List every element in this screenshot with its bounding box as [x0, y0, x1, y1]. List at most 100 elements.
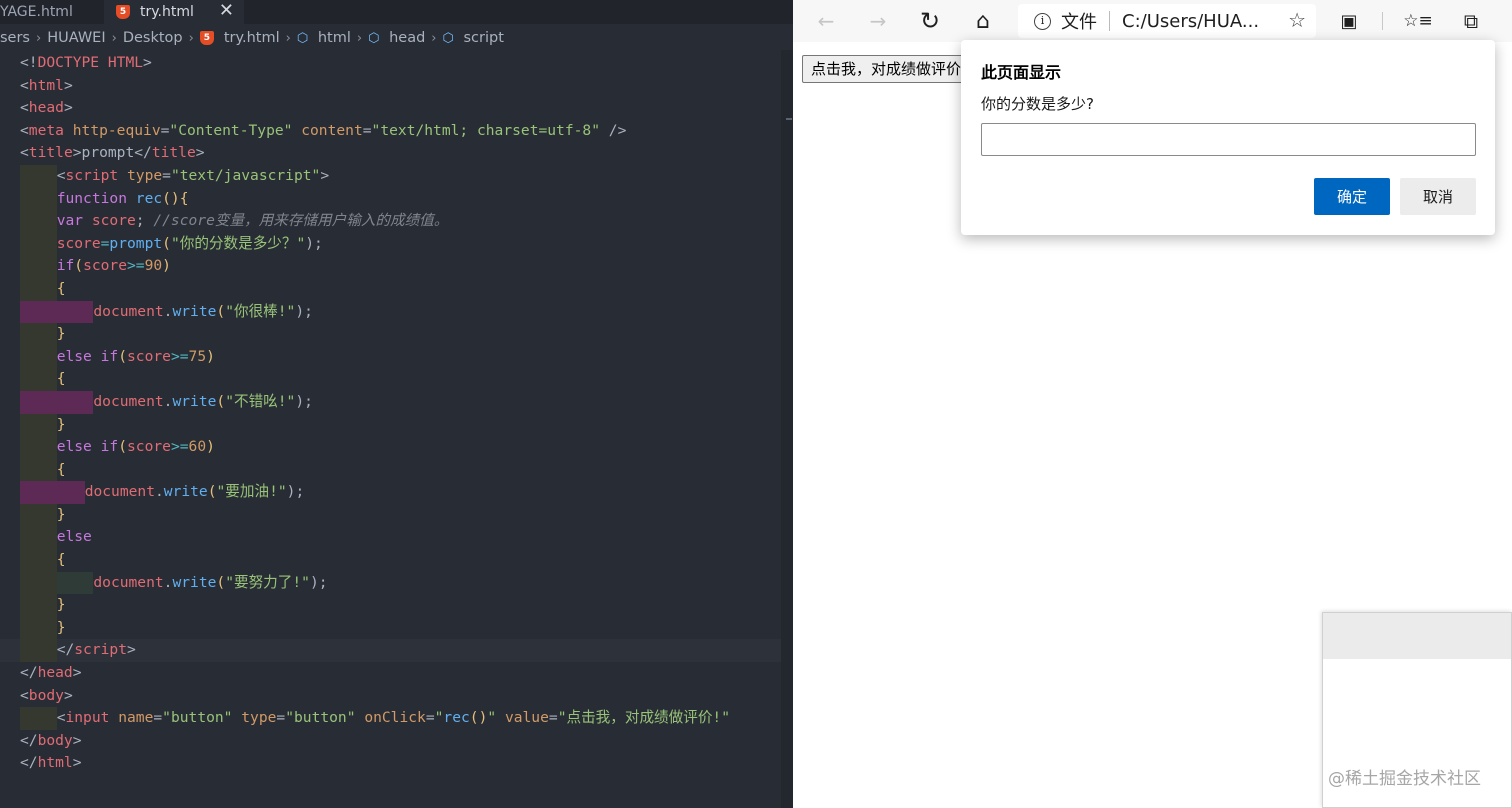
- token: (: [216, 573, 226, 591]
- home-icon[interactable]: ⌂: [968, 6, 998, 36]
- token: onClick: [364, 709, 426, 727]
- code-line: document.write("不错吆!");: [0, 390, 793, 414]
- toolbar-divider: [1382, 12, 1383, 30]
- token: }: [56, 596, 66, 614]
- indent-guide: [56, 300, 94, 324]
- code-line: else: [0, 526, 793, 550]
- forward-icon[interactable]: →: [863, 6, 893, 36]
- token: type: [127, 166, 163, 184]
- close-icon[interactable]: ✕: [219, 0, 234, 22]
- token: );: [309, 573, 328, 591]
- token: ): [206, 438, 215, 456]
- indent-guide: [20, 210, 57, 233]
- code-editor[interactable]: YAGE.html 5 try.html ✕ sers › HUAWEI › D…: [0, 0, 793, 808]
- token: "Content-Type": [169, 121, 293, 139]
- breadcrumb-label: head: [389, 30, 426, 46]
- address-scheme-label: 文件: [1061, 12, 1097, 33]
- breadcrumb-item-huawei[interactable]: HUAWEI: [47, 30, 105, 46]
- dialog-message: 你的分数是多少?: [981, 95, 1094, 113]
- token: 60: [188, 438, 207, 456]
- token: =: [548, 709, 558, 727]
- code-line: </head>: [0, 662, 793, 685]
- token: {: [56, 279, 66, 297]
- token: ): [162, 257, 171, 275]
- token: <: [20, 99, 29, 117]
- token: );: [305, 234, 323, 252]
- ok-button[interactable]: 确定: [1314, 178, 1390, 215]
- token: "你很棒!": [225, 302, 296, 320]
- token: >: [63, 76, 73, 94]
- token: <: [20, 76, 29, 94]
- token: score: [127, 438, 171, 456]
- popup-header: [1323, 613, 1511, 659]
- code-line: function rec(){: [0, 187, 793, 211]
- token: <: [20, 121, 29, 139]
- indent-guide: [20, 413, 57, 437]
- breadcrumb-item-html[interactable]: ⬡ html: [297, 30, 351, 46]
- token: html: [37, 754, 73, 772]
- token: write: [163, 483, 208, 501]
- token: >: [195, 144, 205, 162]
- token: script: [65, 166, 119, 184]
- code-line: if(score>=90): [0, 255, 793, 278]
- tab-try-html[interactable]: 5 try.html ✕: [104, 0, 244, 24]
- token: document: [84, 483, 155, 501]
- rate-score-button[interactable]: 点击我，对成绩做评价!: [802, 55, 972, 83]
- back-icon[interactable]: ←: [811, 6, 841, 36]
- token: <: [20, 686, 29, 704]
- code-area[interactable]: <!DOCTYPE HTML> <html> <head> <meta http…: [0, 52, 793, 775]
- code-line: <!DOCTYPE HTML>: [0, 52, 793, 75]
- html5-icon: 5: [199, 31, 214, 45]
- token: value: [504, 709, 549, 727]
- token: >=: [170, 347, 189, 365]
- breadcrumb-item-users[interactable]: sers: [0, 30, 30, 46]
- token: ;: [135, 212, 154, 230]
- code-line: <html>: [0, 75, 793, 98]
- info-icon[interactable]: i: [1034, 12, 1051, 30]
- token: </: [56, 641, 75, 659]
- breadcrumb-item-head[interactable]: ⬡ head: [368, 30, 425, 46]
- token: {: [56, 370, 66, 388]
- code-line: var score; //score变量，用来存储用户输入的成绩值。: [0, 210, 793, 233]
- code-line: {: [0, 368, 793, 391]
- token: score: [56, 234, 101, 252]
- token: .: [154, 483, 164, 501]
- token: </: [20, 664, 38, 682]
- chevron-right-icon: ›: [188, 30, 194, 46]
- cancel-button[interactable]: 取消: [1400, 178, 1476, 215]
- code-line: else if(score>=75): [0, 345, 793, 369]
- breadcrumb-item-script[interactable]: ⬡ script: [443, 30, 504, 46]
- indent-guide: [20, 481, 57, 504]
- token: document: [93, 392, 164, 410]
- code-line: }: [0, 594, 793, 617]
- indent-guide: [56, 390, 94, 414]
- editor-scrollbar[interactable]: [781, 50, 793, 808]
- address-divider: [1109, 11, 1110, 31]
- indent-guide: [20, 594, 57, 617]
- refresh-icon[interactable]: ↻: [915, 6, 945, 36]
- browser-toolbar: ← → ↻ ⌂ i 文件 C:/Users/HUA... ☆ ▣ ☆≡ ⧉: [793, 0, 1512, 42]
- token: <: [20, 144, 29, 162]
- collections-icon[interactable]: ⧉: [1456, 6, 1486, 36]
- prompt-input[interactable]: [981, 123, 1476, 156]
- address-bar[interactable]: i 文件 C:/Users/HUA... ☆: [1018, 4, 1316, 38]
- breadcrumb-item-desktop[interactable]: Desktop: [123, 30, 183, 46]
- token: (: [216, 302, 226, 320]
- code-line: <title>prompt</title>: [0, 142, 793, 165]
- token: "text/html; charset=utf-8": [371, 121, 600, 139]
- tab-actions-icon[interactable]: ▣: [1334, 6, 1364, 36]
- token: score: [83, 257, 127, 275]
- token: "要努力了!": [225, 573, 310, 591]
- tab-yage-html[interactable]: YAGE.html: [0, 0, 102, 24]
- star-icon[interactable]: ☆: [1288, 8, 1306, 32]
- code-line: </html>: [0, 752, 793, 775]
- favorites-icon[interactable]: ☆≡: [1403, 6, 1433, 36]
- token: content: [301, 121, 363, 139]
- breadcrumb-item-file[interactable]: 5 try.html: [199, 30, 280, 46]
- token: head: [37, 664, 73, 682]
